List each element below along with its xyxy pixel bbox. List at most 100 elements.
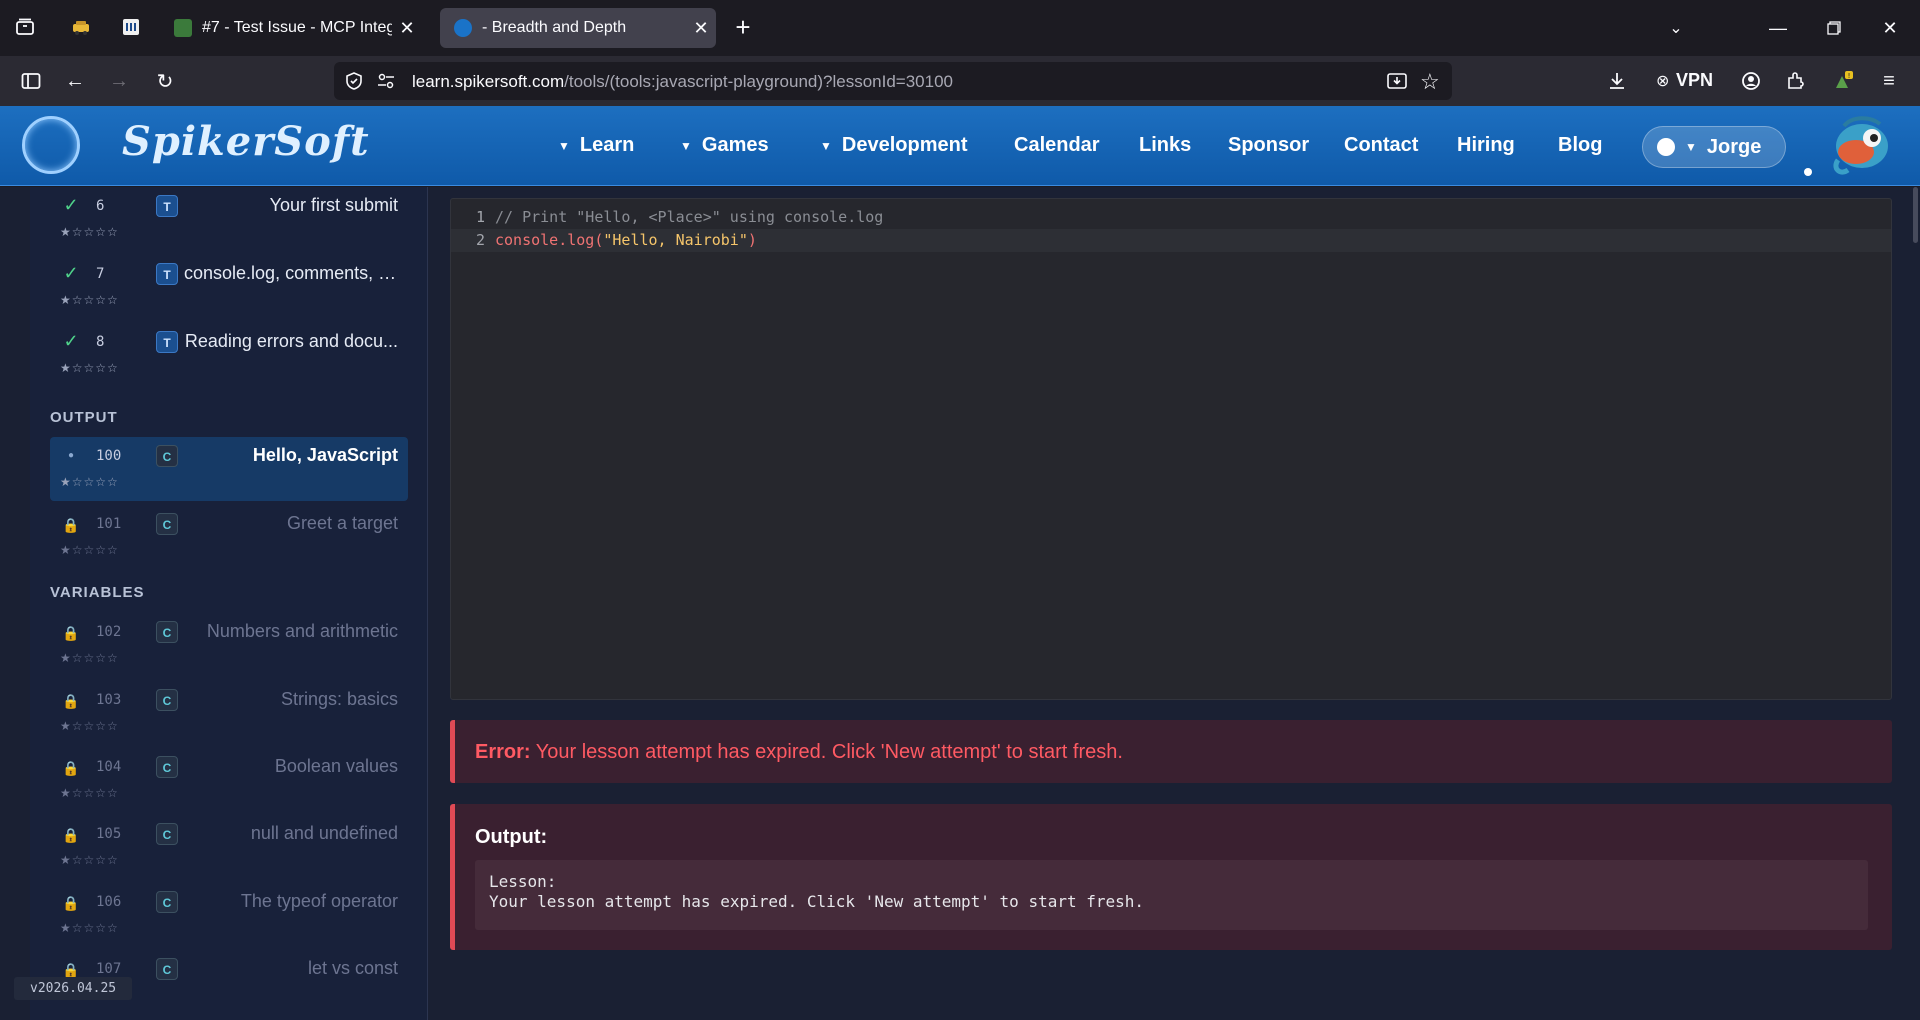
- output-console: Lesson: Your lesson attempt has expired.…: [475, 860, 1868, 930]
- nav-label: Links: [1139, 134, 1192, 156]
- lock-icon: 🔒: [62, 693, 80, 709]
- reload-icon[interactable]: ↻: [148, 64, 182, 98]
- lesson-item[interactable]: 🔒 104 C Boolean values ★☆☆☆☆: [50, 748, 408, 812]
- lesson-item[interactable]: 🔒 102 C Numbers and arithmetic ★☆☆☆☆: [50, 613, 408, 677]
- nav-hiring[interactable]: Hiring: [1457, 134, 1515, 157]
- forward-arrow-icon[interactable]: →: [102, 64, 136, 98]
- line-number: 2: [475, 231, 485, 249]
- tab-close-icon[interactable]: ✕: [686, 18, 716, 39]
- lesson-title: The typeof operator: [240, 891, 398, 911]
- code-line[interactable]: 1 // Print "Hello, <Place>" using consol…: [451, 206, 1891, 229]
- restore-icon[interactable]: [1806, 0, 1862, 56]
- window-close-icon[interactable]: ✕: [1862, 0, 1918, 56]
- main-area: ✓ 6 T Your first submit ★☆☆☆☆ ✓ 7 T cons…: [0, 187, 1920, 1020]
- lesson-item[interactable]: ✓ 6 T Your first submit ★☆☆☆☆: [50, 187, 408, 251]
- lesson-type-badge: T: [156, 195, 178, 217]
- pinned-tab-bank-icon[interactable]: [114, 10, 148, 44]
- lesson-title: Boolean values: [274, 756, 398, 776]
- spikersoft-logo-icon[interactable]: [22, 116, 80, 174]
- code-line-current[interactable]: 2 console.log("Hello, Nairobi"): [451, 229, 1891, 252]
- nav-label: Learn: [579, 134, 635, 156]
- nav-label: Development: [841, 134, 968, 156]
- address-bar[interactable]: learn.spikersoft.com/tools/(tools:javasc…: [334, 62, 1452, 100]
- output-label: Output:: [475, 826, 548, 848]
- lesson-item[interactable]: 🔒 106 C The typeof operator ★☆☆☆☆: [50, 883, 408, 947]
- account-icon[interactable]: [1734, 64, 1768, 98]
- lesson-number: 7: [96, 266, 105, 282]
- error-message: Error: Your lesson attempt has expired. …: [475, 741, 1123, 764]
- lesson-number: 107: [96, 961, 122, 977]
- bookmark-star-icon[interactable]: ☆: [1420, 69, 1440, 95]
- lesson-item[interactable]: ✓ 8 T Reading errors and docu... ★☆☆☆☆: [50, 323, 408, 387]
- downloads-icon[interactable]: [1600, 64, 1634, 98]
- page-scrollbar[interactable]: [1910, 187, 1920, 1020]
- star-rating: ★☆☆☆☆: [60, 475, 119, 489]
- chameleon-mascot-icon[interactable]: [1826, 112, 1898, 180]
- tab-mcp-issue[interactable]: #7 - Test Issue - MCP Integratio ✕: [160, 8, 422, 48]
- pinned-tab-taxi-icon[interactable]: [64, 10, 98, 44]
- lesson-item[interactable]: 🔒 105 C null and undefined ★☆☆☆☆: [50, 815, 408, 879]
- lesson-number: 8: [96, 334, 105, 350]
- nav-games[interactable]: ▼ Games: [680, 134, 769, 157]
- app-menu-icon[interactable]: ≡: [1872, 64, 1906, 98]
- vpn-off-icon[interactable]: ⊗: [1656, 71, 1669, 91]
- lesson-type-badge: T: [156, 331, 178, 353]
- vpn-label[interactable]: VPN: [1676, 70, 1713, 91]
- scrollbar-thumb[interactable]: [1913, 187, 1918, 243]
- site-header: SpikerSoft ▼ Learn ▼ Games ▼ Development Ca…: [0, 106, 1920, 186]
- code-function: console.log(: [495, 231, 604, 249]
- nav-links[interactable]: Links: [1139, 134, 1191, 157]
- lesson-type-badge: T: [156, 263, 178, 285]
- lesson-item[interactable]: 🔒 101 C Greet a target ★☆☆☆☆: [50, 505, 408, 569]
- tab-list-chevron-icon[interactable]: ⌄: [1648, 0, 1704, 56]
- chevron-down-icon: ▼: [558, 138, 570, 153]
- lesson-type-badge: C: [156, 823, 178, 845]
- site-permissions-icon[interactable]: [376, 71, 396, 91]
- tab-close-icon[interactable]: ✕: [392, 18, 422, 39]
- tab-breadth-and-depth[interactable]: - Breadth and Depth ✕: [440, 8, 716, 48]
- nav-blog[interactable]: Blog: [1558, 134, 1602, 157]
- lock-icon: 🔒: [62, 625, 80, 641]
- extensions-icon[interactable]: [1778, 64, 1812, 98]
- nav-calendar[interactable]: Calendar: [1014, 134, 1100, 157]
- nav-sponsor[interactable]: Sponsor: [1228, 134, 1309, 157]
- tab-title: - Breadth and Depth: [482, 19, 627, 36]
- user-menu-button[interactable]: ▼ Jorge: [1642, 126, 1786, 168]
- nav-contact[interactable]: Contact: [1344, 134, 1418, 157]
- back-arrow-icon[interactable]: ←: [58, 64, 92, 98]
- lesson-title: Your first submit: [269, 195, 398, 215]
- lesson-number: 100: [96, 448, 122, 464]
- code-string: "Hello, Nairobi": [603, 231, 748, 249]
- tab-overview-icon[interactable]: [8, 10, 42, 44]
- star-rating: ★☆☆☆☆: [60, 651, 119, 665]
- star-rating: ★☆☆☆☆: [60, 293, 119, 307]
- output-panel: Output: Lesson: Your lesson attempt has …: [450, 804, 1892, 950]
- lesson-item[interactable]: 🔒 103 C Strings: basics ★☆☆☆☆: [50, 681, 408, 745]
- lesson-number: 103: [96, 692, 122, 708]
- extension-alert-icon[interactable]: !: [1826, 64, 1860, 98]
- lesson-title: Numbers and arithmetic: [206, 621, 398, 641]
- code-editor[interactable]: 1 // Print "Hello, <Place>" using consol…: [450, 198, 1892, 700]
- minimize-icon[interactable]: —: [1750, 0, 1806, 56]
- lesson-type-badge: C: [156, 689, 178, 711]
- url-text[interactable]: learn.spikersoft.com/tools/(tools:javasc…: [412, 72, 953, 92]
- star-rating: ★☆☆☆☆: [60, 786, 119, 800]
- nav-label: Hiring: [1457, 134, 1515, 156]
- chevron-down-icon: ▼: [820, 138, 832, 153]
- nav-label: Games: [701, 134, 769, 156]
- sidebar-toggle-icon[interactable]: [14, 64, 48, 98]
- nav-label: Calendar: [1014, 134, 1100, 156]
- playground-content: 1 // Print "Hello, <Place>" using consol…: [429, 187, 1920, 1020]
- nav-learn[interactable]: ▼ Learn: [558, 134, 634, 157]
- nav-development[interactable]: ▼ Development: [820, 134, 967, 157]
- lesson-item[interactable]: ✓ 7 T console.log, comments, a... ★☆☆☆☆: [50, 255, 408, 319]
- brand-logo-text[interactable]: SpikerSoft: [122, 118, 370, 165]
- shield-icon[interactable]: [344, 71, 364, 91]
- lesson-item-active[interactable]: ● 100 C Hello, JavaScript ★☆☆☆☆: [50, 437, 408, 501]
- spikersoft-favicon-icon: [454, 19, 472, 37]
- error-alert: Error: Your lesson attempt has expired. …: [450, 720, 1892, 783]
- lesson-title: let vs const: [307, 958, 398, 978]
- lesson-sidebar[interactable]: ✓ 6 T Your first submit ★☆☆☆☆ ✓ 7 T cons…: [30, 187, 428, 1020]
- new-tab-plus-icon[interactable]: +: [726, 10, 760, 44]
- install-app-icon[interactable]: [1386, 71, 1408, 91]
